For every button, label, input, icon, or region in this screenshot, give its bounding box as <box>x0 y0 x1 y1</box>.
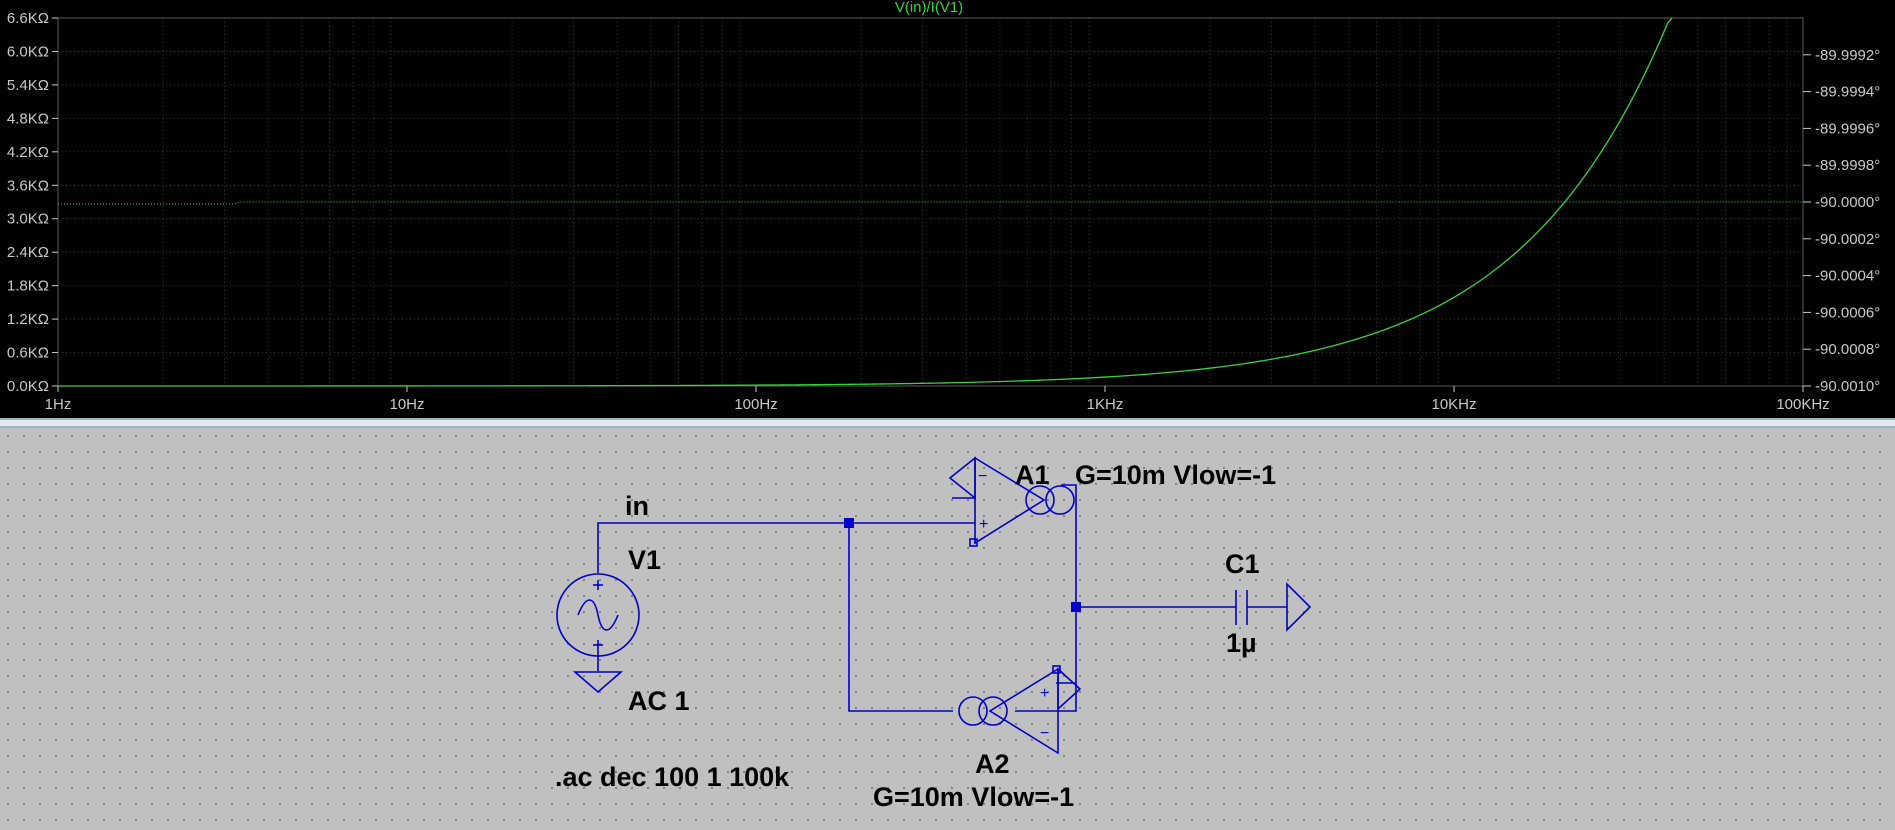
right-tick-label: -90.0010° <box>1815 378 1880 395</box>
pane-splitter[interactable] <box>0 418 1895 428</box>
a1-params-label[interactable]: G=10m Vlow=-1 <box>1075 460 1276 490</box>
c1-name-label[interactable]: C1 <box>1225 549 1260 579</box>
a2-minus-sign: − <box>1040 725 1049 742</box>
waveform-plot[interactable]: V(in)/I(V1) 0.0KΩ 0.6KΩ 1.2KΩ 1.8KΩ 2.4KΩ 3.0… <box>0 0 1895 418</box>
left-tick-label: 0.0KΩ <box>7 378 49 395</box>
right-tick-label: -90.0002° <box>1815 231 1880 248</box>
left-tick-label: 6.6KΩ <box>7 10 49 27</box>
v1-value-label[interactable]: AC 1 <box>628 686 690 716</box>
right-axis-ticks: -90.0010° -90.0008° -90.0006° -90.0004° -90.… <box>1803 47 1880 395</box>
right-tick-label: -90.0000° <box>1815 194 1880 211</box>
waveform-plot-pane[interactable]: V(in)/I(V1) 0.0KΩ 0.6KΩ 1.2KΩ 1.8KΩ 2.4KΩ 3.0… <box>0 0 1895 418</box>
left-tick-label: 4.2KΩ <box>7 144 49 161</box>
a2-params-label[interactable]: G=10m Vlow=-1 <box>873 782 1074 812</box>
x-tick-label: 10Hz <box>389 396 424 413</box>
left-tick-label: 1.2KΩ <box>7 311 49 328</box>
schematic-grid <box>0 428 1895 825</box>
plot-grid <box>57 17 1804 387</box>
left-tick-label: 6.0KΩ <box>7 43 49 60</box>
left-tick-label: 4.8KΩ <box>7 110 49 127</box>
x-tick-label: 100Hz <box>734 396 777 413</box>
left-tick-label: 0.6KΩ <box>7 345 49 362</box>
x-tick-label: 1Hz <box>45 396 72 413</box>
junction-dot-in[interactable] <box>844 518 854 528</box>
a2-plus-sign: + <box>1040 685 1049 702</box>
right-tick-label: -89.9994° <box>1815 84 1880 101</box>
net-label-in[interactable]: in <box>625 491 649 521</box>
right-tick-label: -89.9998° <box>1815 157 1880 174</box>
right-tick-label: -90.0008° <box>1815 341 1880 358</box>
left-tick-label: 2.4KΩ <box>7 244 49 261</box>
a1-name-label[interactable]: A1 <box>1015 460 1050 490</box>
plot-frame <box>57 17 1804 387</box>
trace-series-2 <box>58 201 1803 205</box>
schematic-pane[interactable]: − + + − in V1 AC 1 A1 G=10m Vlow=-1 A2 G… <box>0 428 1895 825</box>
a1-plus-sign: + <box>979 516 988 533</box>
trace-layer[interactable] <box>57 17 1803 387</box>
x-tick-label: 1KHz <box>1087 396 1124 413</box>
a2-name-label[interactable]: A2 <box>975 749 1010 779</box>
right-tick-label: -89.9996° <box>1815 120 1880 137</box>
v1-name-label[interactable]: V1 <box>628 545 661 575</box>
right-tick-label: -90.0004° <box>1815 268 1880 285</box>
left-tick-label: 5.4KΩ <box>7 77 49 94</box>
spice-directive[interactable]: .ac dec 100 1 100k <box>555 762 790 792</box>
right-tick-label: -89.9992° <box>1815 47 1880 64</box>
junction-dot-out[interactable] <box>1071 602 1081 612</box>
c1-value-label[interactable]: 1µ <box>1226 628 1257 658</box>
a1-minus-sign: − <box>978 468 987 485</box>
left-tick-label: 1.8KΩ <box>7 278 49 295</box>
trace-title[interactable]: V(in)/I(V1) <box>895 0 963 16</box>
x-tick-label: 100KHz <box>1776 396 1829 413</box>
x-axis-ticks: 1Hz 10Hz 100Hz 1KHz 10KHz 100KHz <box>45 386 1830 413</box>
x-tick-label: 10KHz <box>1431 396 1476 413</box>
left-axis-ticks: 0.0KΩ 0.6KΩ 1.2KΩ 1.8KΩ 2.4KΩ 3.0KΩ 3.6KΩ 4.2KΩ… <box>7 10 58 395</box>
schematic-canvas[interactable]: − + + − in V1 AC 1 A1 G=10m Vlow=-1 A2 G… <box>0 428 1895 825</box>
right-tick-label: -90.0006° <box>1815 304 1880 321</box>
left-tick-label: 3.6KΩ <box>7 177 49 194</box>
left-tick-label: 3.0KΩ <box>7 211 49 228</box>
